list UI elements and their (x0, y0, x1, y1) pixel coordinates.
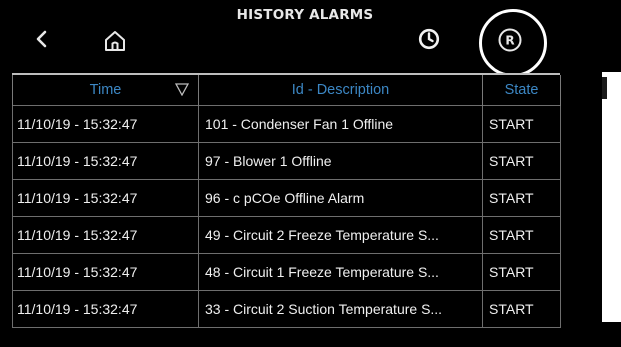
cell-state: START (482, 179, 561, 217)
cell-description: 33 - Circuit 2 Suction Temperature S... (198, 290, 483, 328)
column-header-state-label: State (504, 82, 539, 98)
column-header-description[interactable]: Id - Description (198, 75, 483, 106)
clock-icon (418, 28, 440, 50)
table-header-row: Time Id - Description State (12, 75, 561, 106)
table-row[interactable]: 11/10/19 - 15:32:47 48 - Circuit 1 Freez… (12, 253, 561, 291)
column-header-state[interactable]: State (482, 75, 561, 106)
svg-text:R: R (505, 34, 514, 48)
scrollbar-thumb[interactable] (602, 77, 607, 99)
cell-description: 48 - Circuit 1 Freeze Temperature S... (198, 253, 483, 291)
table-row[interactable]: 11/10/19 - 15:32:47 97 - Blower 1 Offlin… (12, 142, 561, 180)
table-row[interactable]: 11/10/19 - 15:32:47 96 - c pCOe Offline … (12, 179, 561, 217)
cell-state: START (482, 142, 561, 180)
cell-state: START (482, 216, 561, 254)
cell-time: 11/10/19 - 15:32:47 (12, 142, 199, 180)
cell-time: 11/10/19 - 15:32:47 (12, 253, 199, 291)
cell-time: 11/10/19 - 15:32:47 (12, 290, 199, 328)
cell-description: 96 - c pCOe Offline Alarm (198, 179, 483, 217)
reset-r-icon: R (498, 28, 522, 52)
home-icon (105, 31, 125, 51)
cell-time: 11/10/19 - 15:32:47 (12, 179, 199, 217)
cell-description: 97 - Blower 1 Offline (198, 142, 483, 180)
column-header-time[interactable]: Time (12, 75, 199, 106)
alarm-history-table: Time Id - Description State 11/10/19 - 1… (12, 73, 562, 347)
scrollbar[interactable] (599, 72, 621, 322)
page-title: HISTORY ALARMS (236, 7, 374, 23)
cell-description: 101 - Condenser Fan 1 Offline (198, 105, 483, 143)
cell-description: 49 - Circuit 2 Freeze Temperature S... (198, 216, 483, 254)
back-button[interactable] (28, 22, 54, 56)
column-header-time-label: Time (89, 82, 122, 98)
cell-time: 11/10/19 - 15:32:47 (12, 216, 199, 254)
reset-button[interactable]: R (479, 9, 547, 77)
chevron-left-icon (36, 30, 47, 48)
table-row[interactable]: 11/10/19 - 15:32:47 49 - Circuit 2 Freez… (12, 216, 561, 254)
home-button[interactable] (98, 26, 132, 56)
cell-state: START (482, 253, 561, 291)
history-button[interactable] (414, 24, 444, 54)
cell-state: START (482, 290, 561, 328)
table-row[interactable]: 11/10/19 - 15:32:47 101 - Condenser Fan … (12, 105, 561, 143)
cell-time: 11/10/19 - 15:32:47 (12, 105, 199, 143)
sort-descending-icon[interactable] (175, 83, 189, 96)
column-header-description-label: Id - Description (291, 82, 390, 98)
cell-state: START (482, 105, 561, 143)
table-row[interactable]: 11/10/19 - 15:32:47 33 - Circuit 2 Sucti… (12, 290, 561, 328)
